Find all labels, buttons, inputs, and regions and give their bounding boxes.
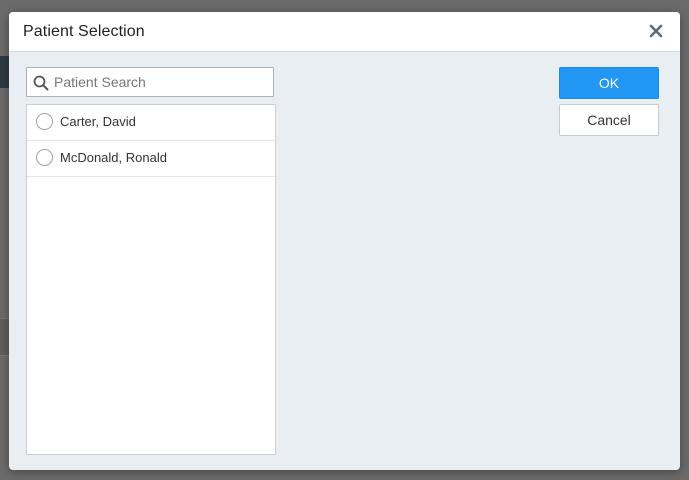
- search-icon: [33, 75, 49, 91]
- dialog-title: Patient Selection: [23, 23, 145, 40]
- patient-radio[interactable]: [36, 113, 53, 130]
- cancel-button[interactable]: Cancel: [559, 104, 659, 136]
- dialog-header: Patient Selection: [9, 12, 680, 52]
- patient-radio[interactable]: [36, 149, 53, 166]
- patient-search-box[interactable]: [26, 67, 274, 97]
- patient-list-item[interactable]: McDonald, Ronald: [27, 141, 275, 177]
- ok-button[interactable]: OK: [559, 67, 659, 99]
- patient-selection-dialog: Patient Selection Carter, David McDonald…: [9, 12, 680, 470]
- patient-name: McDonald, Ronald: [60, 150, 167, 165]
- close-icon[interactable]: [648, 23, 664, 39]
- patient-name: Carter, David: [60, 114, 136, 129]
- patient-search-input[interactable]: [54, 68, 269, 96]
- patient-list-item[interactable]: Carter, David: [27, 105, 275, 141]
- patient-list: Carter, David McDonald, Ronald: [26, 104, 276, 455]
